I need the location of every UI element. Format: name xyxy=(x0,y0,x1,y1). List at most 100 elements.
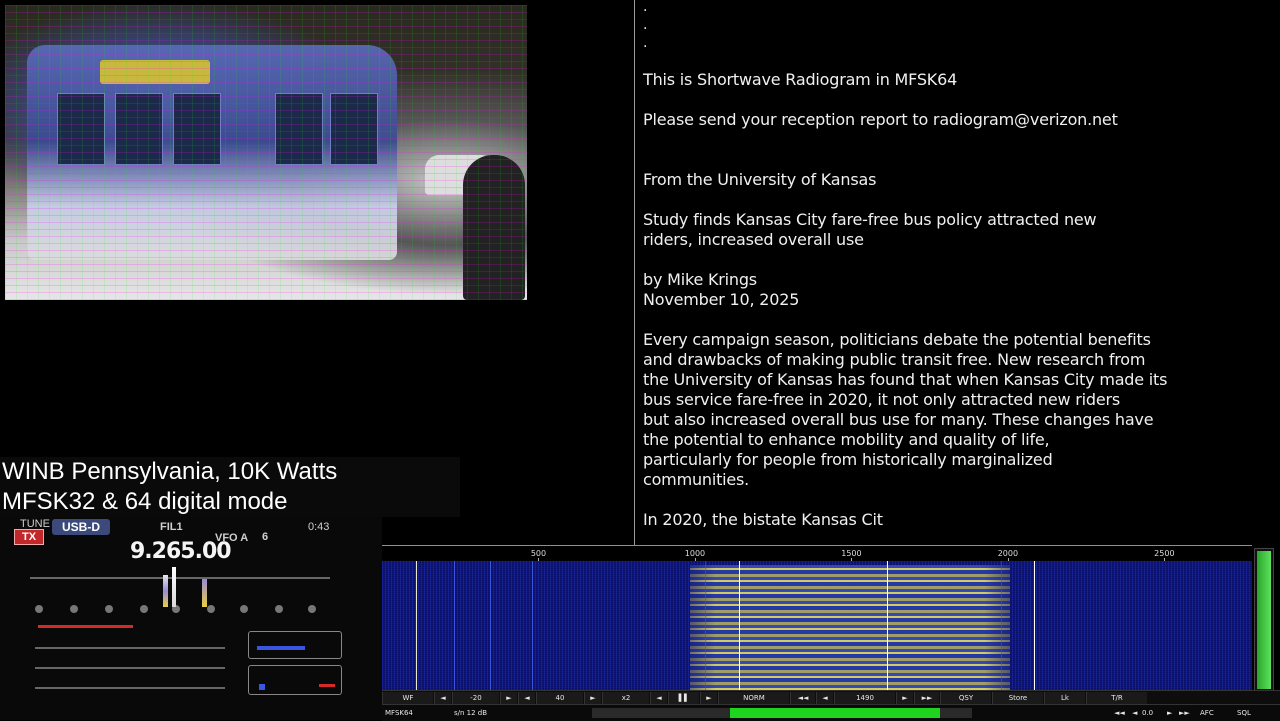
station-caption: WINB Pennsylvania, 10K Watts MFSK32 & 64… xyxy=(0,457,460,517)
scale-tick-label: 2500 xyxy=(1154,549,1175,558)
scale-tick-label: 500 xyxy=(530,549,547,558)
message-line: bus service fare-free in 2020, it not on… xyxy=(643,390,1121,409)
status-level-fill xyxy=(730,708,940,718)
control-16[interactable]: ►► xyxy=(914,692,939,704)
scale-dot xyxy=(35,605,43,613)
scope-signal-peak xyxy=(202,579,207,607)
vfo-number: 6 xyxy=(262,531,269,543)
control-1[interactable]: ◄ xyxy=(434,692,451,704)
message-line: Every campaign season, politicians debat… xyxy=(643,330,1151,349)
control-19[interactable]: Lk xyxy=(1044,692,1085,704)
rx-cursor-line xyxy=(739,561,740,690)
waterfall-panel[interactable]: 500 1000 1500 2000 2500 xyxy=(382,545,1252,690)
scope-signal-peak xyxy=(163,575,168,607)
message-line: the potential to enhance mobility and qu… xyxy=(643,430,1050,449)
scale-dot xyxy=(105,605,113,613)
prev-button[interactable]: ◄◄ xyxy=(1114,707,1125,719)
message-line: November 10, 2025 xyxy=(643,290,800,309)
waterfall-display[interactable] xyxy=(382,561,1252,690)
scale-dot xyxy=(275,605,283,613)
control-4[interactable]: ◄ xyxy=(518,692,535,704)
status-value: 0.0 xyxy=(1142,709,1154,717)
vd-meter-box xyxy=(248,631,342,659)
text-dot: . xyxy=(643,35,648,51)
control-5[interactable]: 40 xyxy=(536,692,583,704)
scale-tick-label: 1000 xyxy=(684,549,706,558)
scale-dot xyxy=(240,605,248,613)
status-level-meter xyxy=(592,708,972,718)
waterfall-controls: WF ◄ -20 ► ◄ 40 ► x2 ◄ ▌▌ ► NORM ◄◄ ◄ 1490 ► ►► QSY Store L… xyxy=(382,690,1280,705)
vd-meter-fill xyxy=(257,646,305,650)
next-button[interactable]: ►► xyxy=(1179,707,1190,719)
scope-signal-peak xyxy=(172,567,176,607)
message-line: by Mike Krings xyxy=(643,270,757,289)
swr-meter xyxy=(35,667,225,669)
signal-level-meter xyxy=(1254,548,1274,692)
control-6[interactable]: ► xyxy=(584,692,601,704)
control-10[interactable]: ► xyxy=(700,692,717,704)
caption-line-1: WINB Pennsylvania, 10K Watts xyxy=(2,458,338,485)
control-11[interactable]: NORM xyxy=(718,692,789,704)
control-14[interactable]: 1490 xyxy=(834,692,895,704)
control-20[interactable]: T/R xyxy=(1086,692,1147,704)
message-line: riders, increased overall use xyxy=(643,230,864,249)
mode-badge: USB-D xyxy=(52,519,110,535)
cursor-line xyxy=(887,561,888,690)
message-line: In 2020, the bistate Kansas Cit xyxy=(643,510,883,529)
waterfall-carrier-line xyxy=(416,561,417,690)
signal-edge-fade xyxy=(690,565,1010,690)
filter-label: FIL1 xyxy=(160,521,183,533)
scale-dot xyxy=(140,605,148,613)
temp-hot-mark xyxy=(319,684,335,687)
control-18[interactable]: Store xyxy=(992,692,1043,704)
waterfall-trace xyxy=(454,561,455,690)
signal-level-fill xyxy=(1257,551,1271,689)
bandwidth-marker xyxy=(705,561,706,690)
status-bar: MFSK64 s/n 12 dB ◄◄ ◄ 0.0 ► ►► AFC SQL xyxy=(382,704,1280,721)
status-mode: MFSK64 xyxy=(385,709,413,717)
waterfall-trace xyxy=(490,561,491,690)
id-meter xyxy=(35,687,225,689)
scale-tick-label: 2000 xyxy=(997,549,1019,558)
bandwidth-marker xyxy=(1001,561,1002,690)
sql-toggle[interactable]: SQL xyxy=(1237,707,1251,719)
prev-small-button[interactable]: ◄ xyxy=(1132,707,1137,719)
timer-readout: 0:43 xyxy=(308,521,330,533)
control-3[interactable]: ► xyxy=(500,692,517,704)
control-0[interactable]: WF xyxy=(382,692,433,704)
control-2[interactable]: -20 xyxy=(452,692,499,704)
control-15[interactable]: ► xyxy=(896,692,913,704)
next-small-button[interactable]: ► xyxy=(1167,707,1172,719)
afc-toggle[interactable]: AFC xyxy=(1200,707,1214,719)
text-pane-divider xyxy=(634,0,635,545)
control-13[interactable]: ◄ xyxy=(816,692,833,704)
scale-tick-label: 1500 xyxy=(841,549,862,558)
image-noise xyxy=(5,5,527,300)
alc-meter-bar xyxy=(38,625,133,628)
temp-meter-box xyxy=(248,665,342,695)
text-dot: . xyxy=(643,17,648,33)
text-dot: . xyxy=(643,0,648,15)
control-7[interactable]: x2 xyxy=(602,692,649,704)
scope-baseline xyxy=(30,577,330,579)
message-line: and drawbacks of making public transit f… xyxy=(643,350,1146,369)
control-17[interactable]: QSY xyxy=(940,692,991,704)
frequency-scale: 500 1000 1500 2000 2500 xyxy=(382,545,1252,562)
message-line: particularly for people from historicall… xyxy=(643,450,1053,469)
control-8[interactable]: ◄ xyxy=(650,692,667,704)
message-line: the University of Kansas has found that … xyxy=(643,370,1168,389)
scale-dot xyxy=(308,605,316,613)
message-line: but also increased overall bus use for m… xyxy=(643,410,1154,429)
frequency-readout: 9.265.00 xyxy=(130,539,232,564)
scale-dot xyxy=(207,605,215,613)
control-12[interactable]: ◄◄ xyxy=(790,692,815,704)
message-line: communities. xyxy=(643,470,750,489)
received-image xyxy=(5,5,527,300)
radio-display: TUNE TX USB-D FIL1 VFO A 6 0:43 9.265.00 xyxy=(0,517,382,720)
control-9[interactable]: ▌▌ xyxy=(668,692,699,704)
message-line: Please send your reception report to rad… xyxy=(643,110,1118,129)
waterfall-trace xyxy=(532,561,533,690)
message-line: This is Shortwave Radiogram in MFSK64 xyxy=(643,70,958,89)
cursor-line xyxy=(1034,561,1035,690)
message-line: Study finds Kansas City fare-free bus po… xyxy=(643,210,1097,229)
